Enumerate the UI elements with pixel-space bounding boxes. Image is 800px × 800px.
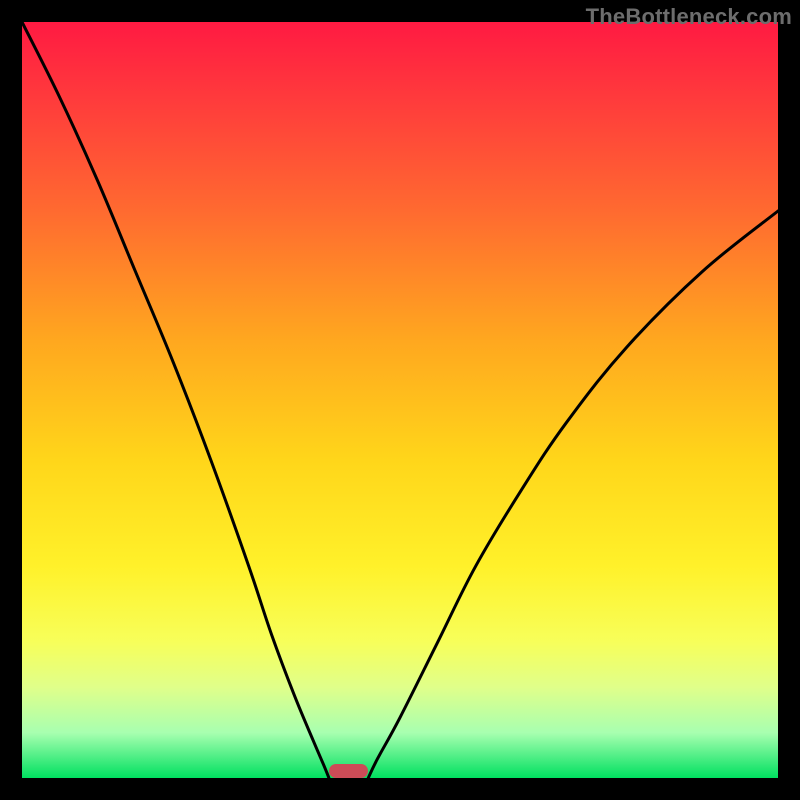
plot-area <box>22 22 778 778</box>
curve-left <box>22 22 329 778</box>
curve-right <box>368 211 778 778</box>
curve-layer <box>22 22 778 778</box>
chart-frame: TheBottleneck.com <box>0 0 800 800</box>
watermark-text: TheBottleneck.com <box>586 4 792 30</box>
optimal-marker <box>329 764 368 778</box>
